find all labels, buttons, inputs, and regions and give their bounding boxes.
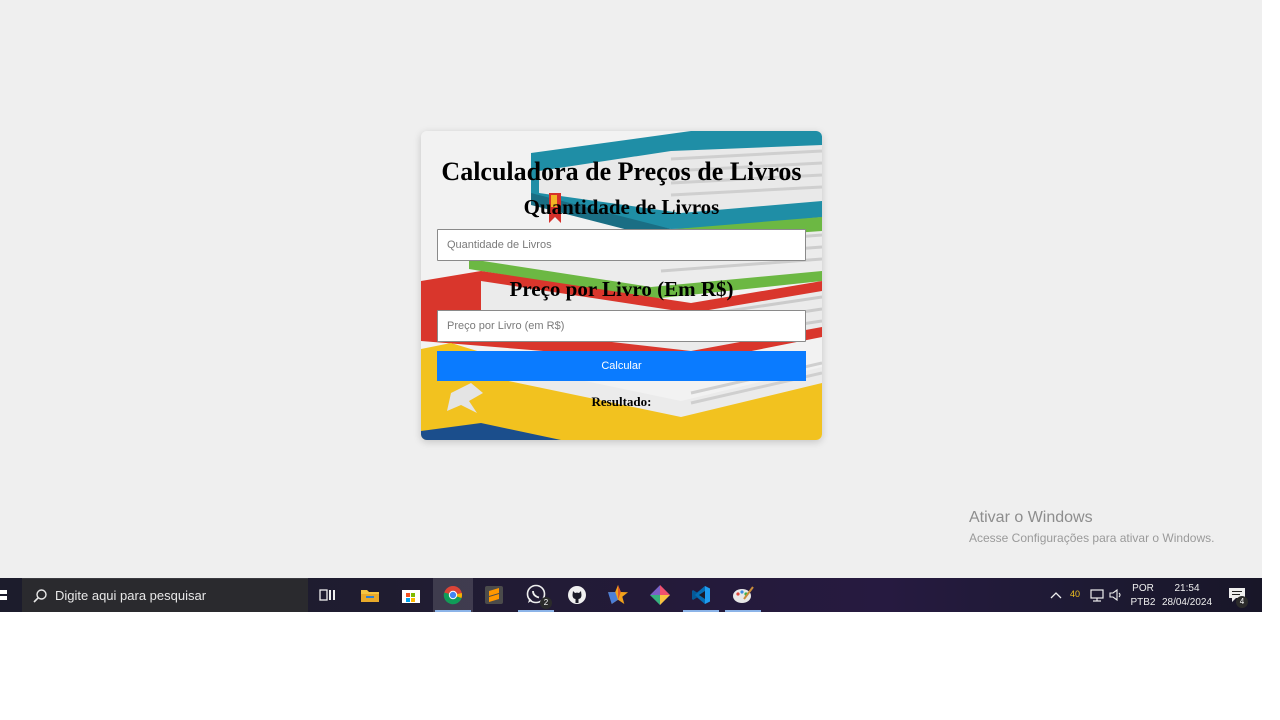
file-explorer-button[interactable] <box>350 578 390 612</box>
search-icon <box>33 589 47 603</box>
taskbar-search-box[interactable]: Digite aqui para pesquisar <box>22 578 308 612</box>
whatsapp-button[interactable]: 2 <box>516 578 556 612</box>
vscode-icon <box>692 586 710 604</box>
calculator-form: Calculadora de Preços de Livros Quantida… <box>421 131 822 440</box>
task-view-button[interactable] <box>308 578 348 612</box>
palette-icon <box>733 586 754 603</box>
taskbar: Digite aqui para pesquisar 2 40 POR PTB2… <box>0 578 1262 612</box>
network-icon[interactable] <box>1089 588 1105 602</box>
language-line2: PTB2 <box>1130 597 1156 608</box>
sublime-text-button[interactable] <box>474 578 514 612</box>
price-input[interactable] <box>437 310 806 342</box>
clock-date: 28/04/2024 <box>1161 597 1213 608</box>
calculator-card: Calculadora de Preços de Livros Quantida… <box>421 131 822 440</box>
paint-button[interactable] <box>723 578 763 612</box>
folder-icon <box>361 590 379 602</box>
search-placeholder: Digite aqui para pesquisar <box>55 588 207 603</box>
quantity-input[interactable] <box>437 229 806 261</box>
chrome-button[interactable] <box>433 578 473 612</box>
github-icon <box>568 586 586 604</box>
price-label: Preço por Livro (Em R$) <box>509 277 734 301</box>
language-line1: POR <box>1132 583 1154 594</box>
tray-temperature[interactable]: 40 <box>1070 589 1080 599</box>
whatsapp-badge: 2 <box>540 597 552 609</box>
result-label: Resultado: <box>591 394 652 409</box>
running-app-indicator <box>725 610 761 612</box>
clock-time: 21:54 <box>1174 583 1200 594</box>
start-button[interactable] <box>0 578 20 612</box>
star-icon <box>608 585 628 604</box>
sublime-icon <box>485 586 503 604</box>
task-view-icon <box>319 589 335 601</box>
active-app-indicator <box>435 610 471 612</box>
store-button[interactable] <box>391 578 431 612</box>
browser-page: Calculadora de Preços de Livros Quantida… <box>0 0 1262 578</box>
running-app-indicator <box>683 610 719 612</box>
chevron-up-icon[interactable] <box>1049 589 1063 601</box>
activation-watermark-subtitle: Acesse Configurações para ativar o Windo… <box>969 531 1215 545</box>
window-edge <box>1262 0 1280 612</box>
git-button[interactable] <box>640 578 680 612</box>
notification-count-badge: 4 <box>1236 596 1248 608</box>
git-icon <box>650 585 670 605</box>
starred-app-button[interactable] <box>598 578 638 612</box>
calculate-button[interactable]: Calcular <box>437 351 806 381</box>
notification-center-button[interactable]: 4 <box>1222 578 1256 612</box>
running-app-indicator <box>518 610 554 612</box>
quantity-label: Quantidade de Livros <box>523 195 720 219</box>
page-title: Calculadora de Preços de Livros <box>441 157 802 186</box>
clock[interactable]: 21:54 28/04/2024 <box>1160 582 1214 610</box>
activation-watermark-title: Ativar o Windows <box>969 509 1093 526</box>
vscode-button[interactable] <box>681 578 721 612</box>
chrome-icon <box>443 586 463 605</box>
language-indicator[interactable]: POR PTB2 <box>1128 582 1158 610</box>
github-desktop-button[interactable] <box>557 578 597 612</box>
volume-icon[interactable] <box>1108 588 1124 602</box>
store-icon <box>402 590 420 603</box>
